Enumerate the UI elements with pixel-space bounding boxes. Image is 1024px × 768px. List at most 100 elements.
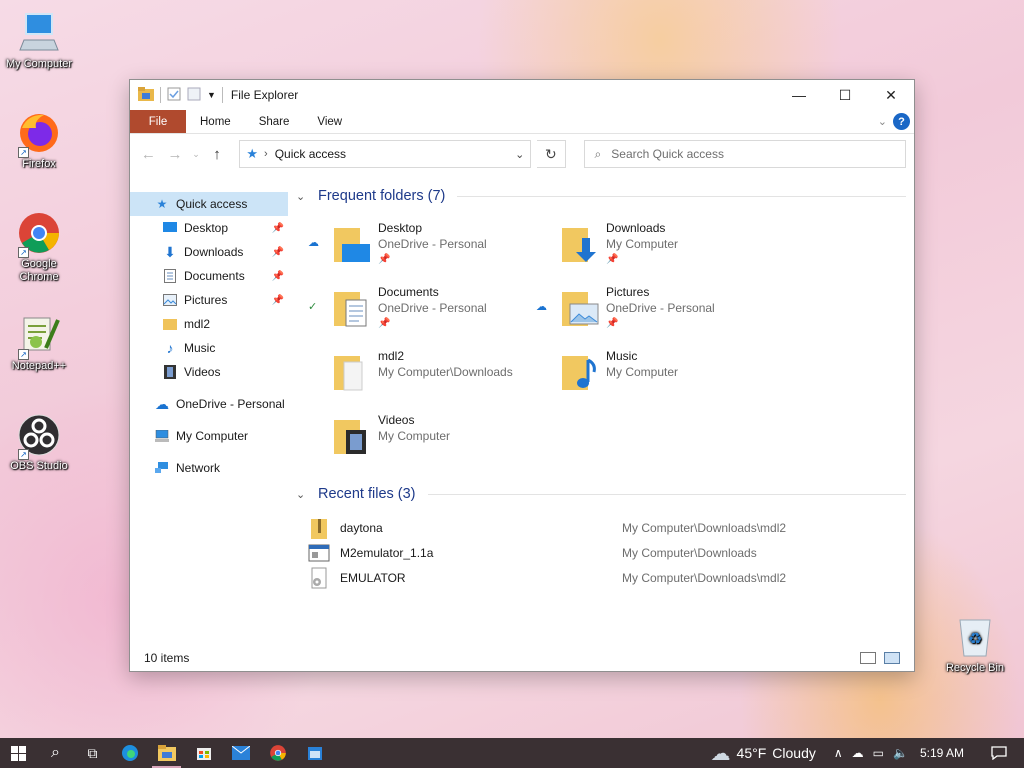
tab-view[interactable]: View (303, 110, 356, 133)
expand-ribbon-chevron-icon[interactable]: ⌄ (878, 115, 887, 128)
folder-tile-music[interactable]: Music My Computer (536, 348, 756, 408)
taskbar-calendar[interactable] (296, 738, 333, 768)
recent-files-header[interactable]: ⌄ Recent files (3) (296, 480, 914, 508)
desktop-icon-obs-studio[interactable]: ↗ OBS Studio (1, 412, 77, 473)
computer-icon (154, 428, 170, 444)
help-icon[interactable]: ? (893, 113, 910, 130)
star-icon: ★ (156, 197, 168, 211)
breadcrumb-chevron-icon: › (264, 148, 268, 160)
nav-item-documents[interactable]: Documents 📌 (130, 264, 288, 288)
nav-item-downloads[interactable]: ⬇ Downloads 📌 (130, 240, 288, 264)
tab-home[interactable]: Home (186, 110, 245, 133)
pictures-icon (162, 292, 178, 308)
large-icons-view-icon[interactable] (884, 652, 900, 664)
weather-temp: 45°F (736, 745, 767, 761)
properties-icon[interactable] (167, 87, 181, 104)
folder-tile-documents[interactable]: ✓ Documents OneDrive - Personal 📌 (308, 284, 528, 344)
nav-item-desktop[interactable]: Desktop 📌 (130, 216, 288, 240)
nav-item-mdl2[interactable]: mdl2 (130, 312, 288, 336)
taskbar-store[interactable] (185, 738, 222, 768)
customize-toolbar-chevron-icon[interactable]: ▼ (207, 90, 216, 100)
firefox-icon: ↗ (16, 110, 62, 158)
nav-item-quick-access[interactable]: ★ Quick access (130, 192, 288, 216)
desktop-icon-label: Recycle Bin (945, 662, 1005, 674)
refresh-button[interactable]: ↻ (537, 140, 566, 168)
desktop-icon-recycle-bin[interactable]: ♻ Recycle Bin (937, 614, 1013, 675)
new-folder-icon[interactable] (187, 87, 201, 104)
weather-condition: Cloudy (772, 745, 816, 761)
taskbar-file-explorer[interactable] (148, 738, 185, 768)
desktop-icon-label: OBS Studio (10, 460, 68, 472)
window-controls: — ☐ ✕ (776, 80, 914, 110)
pin-icon: 📌 (606, 318, 619, 329)
search-box[interactable]: ⌕ Search Quick access (583, 140, 906, 168)
maximize-icon: ☐ (838, 86, 852, 103)
recent-file-row[interactable]: M2emulator_1.1a My Computer\Downloads (308, 541, 808, 565)
search-button[interactable]: ⌕ (37, 738, 74, 768)
volume-icon[interactable]: 🔈 (893, 746, 908, 760)
network-icon[interactable]: ▭ (873, 746, 884, 760)
task-view-button[interactable]: ⧉ (74, 738, 111, 768)
back-button[interactable]: ← (138, 143, 159, 165)
taskbar-chrome[interactable] (259, 738, 296, 768)
desktop-icon-notepad-plus-plus[interactable]: ↗ Notepad++ (1, 312, 77, 373)
weather-widget[interactable]: ☁ 45°F Cloudy (711, 741, 816, 766)
up-button[interactable]: ↑ (207, 143, 228, 165)
close-icon: ✕ (885, 86, 897, 103)
search-input[interactable]: Search Quick access (611, 147, 724, 161)
address-dropdown-icon[interactable]: ⌄ (515, 148, 524, 161)
folder-tile-downloads[interactable]: Downloads My Computer 📌 (536, 220, 756, 280)
documents-folder-icon (332, 288, 372, 328)
folder-icon (332, 352, 372, 392)
nav-item-label: Desktop (184, 221, 229, 235)
clock[interactable]: 5:19 AM (920, 746, 964, 760)
nav-item-pictures[interactable]: Pictures 📌 (130, 288, 288, 312)
details-view-icon[interactable] (860, 652, 876, 664)
desktop-icon-chrome[interactable]: ↗ Google Chrome (1, 210, 77, 284)
task-view-icon: ⧉ (87, 744, 98, 761)
desktop-icon-my-computer[interactable]: My Computer (1, 10, 77, 71)
folder-name: Music (606, 349, 638, 363)
folder-tile-desktop[interactable]: ☁ Desktop OneDrive - Personal 📌 (308, 220, 528, 280)
folder-tile-videos[interactable]: Videos My Computer (308, 412, 528, 472)
folder-tile-mdl2[interactable]: mdl2 My Computer\Downloads (308, 348, 528, 408)
file-explorer-window: ▼ File Explorer — ☐ ✕ File Home Share Vi… (129, 79, 915, 672)
nav-item-network[interactable]: Network (130, 456, 288, 480)
onedrive-cloud-icon[interactable]: ☁ (852, 746, 864, 760)
recent-locations-button[interactable]: ⌄ (191, 143, 200, 165)
desktop-icon-firefox[interactable]: ↗ Firefox (1, 110, 77, 171)
cloud-icon: ☁ (710, 742, 731, 765)
arrow-right-icon: → (167, 145, 183, 163)
show-hidden-icons-chevron-icon[interactable]: ∧ (834, 746, 843, 760)
tab-share[interactable]: Share (245, 110, 304, 133)
start-button[interactable] (0, 738, 37, 768)
close-button[interactable]: ✕ (868, 80, 914, 110)
nav-item-label: mdl2 (184, 317, 211, 331)
shortcut-arrow-icon: ↗ (18, 349, 29, 360)
notepad-plus-plus-icon: ↗ (16, 312, 62, 360)
frequent-folders-header[interactable]: ⌄ Frequent folders (7) (296, 182, 914, 210)
folder-name: Desktop (378, 221, 423, 235)
chrome-icon (269, 745, 286, 761)
folder-location: OneDrive - Personal (606, 301, 715, 315)
forward-button[interactable]: → (165, 143, 186, 165)
recent-file-row[interactable]: daytona My Computer\Downloads\mdl2 (308, 516, 808, 540)
nav-item-videos[interactable]: Videos (130, 360, 288, 384)
tab-file[interactable]: File (130, 110, 186, 133)
address-bar[interactable]: ★ › Quick access ⌄ (239, 140, 532, 168)
folder-location: My Computer (606, 365, 679, 379)
folder-name: Videos (378, 413, 415, 427)
maximize-button[interactable]: ☐ (822, 80, 868, 110)
nav-item-music[interactable]: ♪ Music (130, 336, 288, 360)
nav-item-onedrive[interactable]: ☁ OneDrive - Personal (130, 392, 288, 416)
action-center-button[interactable] (984, 746, 1014, 760)
folder-location: OneDrive - Personal (378, 301, 487, 315)
nav-item-my-computer[interactable]: My Computer (130, 424, 288, 448)
taskbar-edge[interactable] (111, 738, 148, 768)
minimize-button[interactable]: — (776, 80, 822, 110)
folder-tile-pictures[interactable]: ☁ Pictures OneDrive - Personal 📌 (536, 284, 756, 344)
taskbar-mail[interactable] (222, 738, 259, 768)
store-icon (196, 748, 211, 760)
recycle-bin-icon: ♻ (952, 614, 998, 660)
recent-file-row[interactable]: EMULATOR My Computer\Downloads\mdl2 (308, 566, 808, 590)
